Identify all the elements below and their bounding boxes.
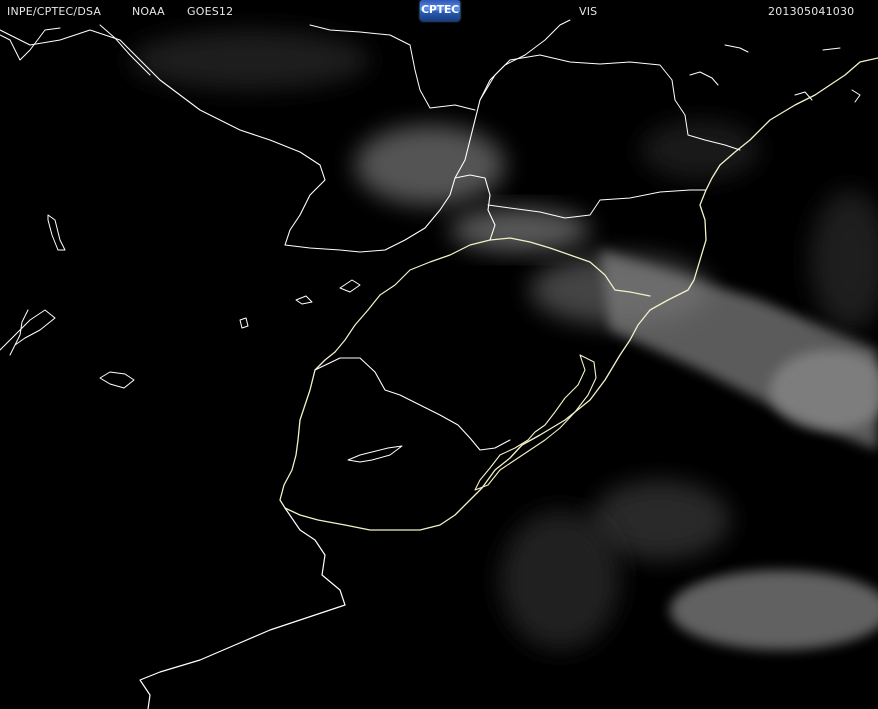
logo-text: CPTEC (421, 3, 459, 16)
satellite-image (0, 0, 878, 709)
agency-label: NOAA (132, 5, 165, 18)
organization-label: INPE/CPTEC/DSA (7, 5, 102, 18)
satellite-label: GOES12 (187, 5, 234, 18)
timestamp-label: 201305041030 (768, 5, 855, 18)
channel-label: VIS (579, 5, 598, 18)
cptec-logo: CPTEC (420, 0, 460, 21)
